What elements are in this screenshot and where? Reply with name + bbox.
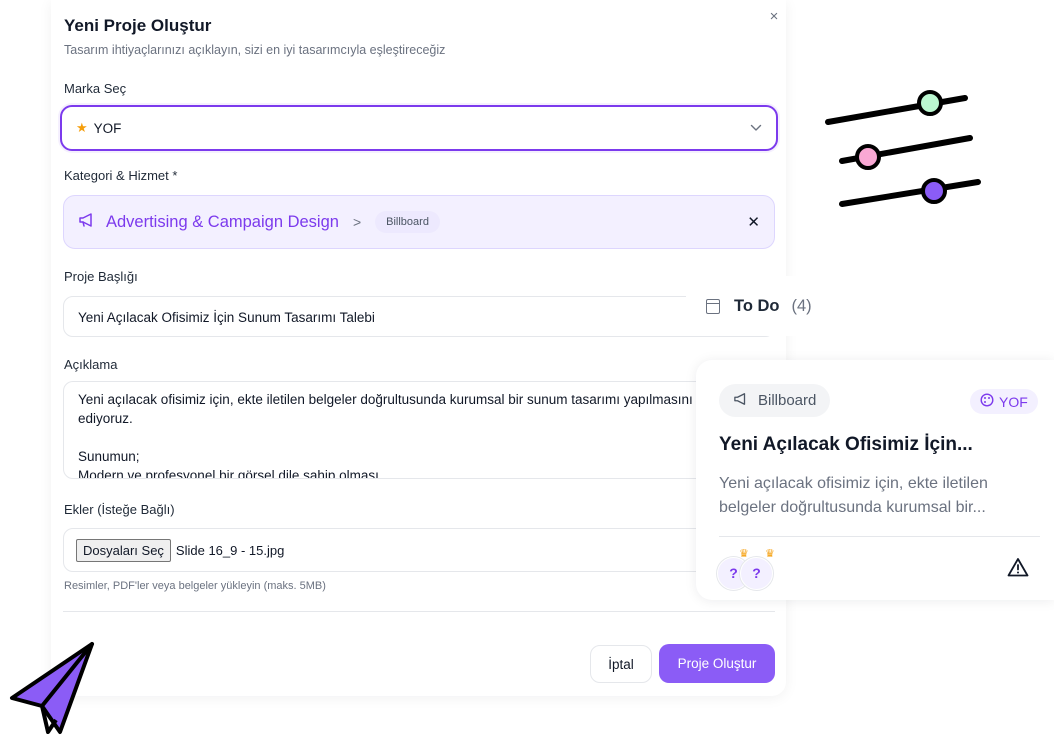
todo-column-header[interactable]: To Do (4) <box>686 276 1054 336</box>
chevron-down-icon <box>750 121 762 135</box>
category-label: Kategori & Hizmet * <box>64 168 178 183</box>
choose-files-button[interactable]: Dosyaları Seç <box>76 538 171 562</box>
create-project-modal: Yeni Proje Oluştur Tasarım ihtiyaçlarını… <box>51 0 786 696</box>
todo-count: (4) <box>791 296 812 315</box>
cancel-button[interactable]: İptal <box>590 645 652 683</box>
calendar-icon <box>706 298 720 314</box>
close-button[interactable]: × <box>765 8 783 26</box>
selected-file-name: Slide 16_9 - 15.jpg <box>175 542 285 558</box>
star-icon: ★ <box>76 120 88 135</box>
crown-icon: ♛ <box>765 548 775 560</box>
brand-select[interactable]: ★ YOF <box>60 105 778 151</box>
palette-icon <box>980 393 994 410</box>
avatar: ? <box>740 557 773 590</box>
create-project-button[interactable]: Proje Oluştur <box>659 644 775 683</box>
description-textarea[interactable]: Yeni açılacak ofisimiz için, ekte iletil… <box>63 381 775 479</box>
service-chip: Billboard <box>375 211 440 233</box>
task-brand-chip: YOF <box>970 389 1038 414</box>
project-title-label: Proje Başlığı <box>64 269 138 284</box>
paper-plane-illustration <box>10 642 94 734</box>
todo-title: To Do <box>734 296 780 315</box>
clear-category-button[interactable]: ✕ <box>747 213 760 231</box>
task-brand-label: YOF <box>999 393 1028 410</box>
description-label: Açıklama <box>64 357 118 372</box>
crown-icon: ♛ <box>739 548 749 560</box>
category-name: Advertising & Campaign Design <box>106 212 339 231</box>
task-description: Yeni açılacak ofisimiz için, ekte iletil… <box>719 475 988 516</box>
description-text: Yeni açılacak ofisimiz için, ekte iletil… <box>78 392 726 479</box>
upload-hint: Resimler, PDF'ler veya belgeler yükleyin… <box>64 580 326 592</box>
megaphone-icon <box>733 392 749 409</box>
attachments-label: Ekler (İsteğe Bağlı) <box>64 502 175 517</box>
brand-selected-value: YOF <box>93 120 122 136</box>
task-title: Yeni Açılacak Ofisimiz İçin... <box>719 434 973 455</box>
file-upload-field: Dosyaları Seç Slide 16_9 - 15.jpg <box>63 528 775 572</box>
task-card[interactable]: Billboard YOF Yeni Açılacak Ofisimiz İçi… <box>696 360 1054 600</box>
task-category-label: Billboard <box>758 392 817 409</box>
project-title-input[interactable]: Yeni Açılacak Ofisimiz İçin Sunum Tasarı… <box>63 296 775 337</box>
alert-triangle-icon <box>1007 558 1029 577</box>
chevron-right-icon: > <box>352 214 362 230</box>
assignee-avatars[interactable]: ? ? ♛ ♛ <box>717 547 797 591</box>
category-service-selector[interactable]: Advertising & Campaign Design > Billboar… <box>63 195 775 249</box>
brand-label: Marka Seç <box>64 81 127 96</box>
modal-subtitle: Tasarım ihtiyaçlarınızı açıklayın, sizi … <box>64 43 446 57</box>
modal-title: Yeni Proje Oluştur <box>64 16 212 35</box>
task-category-chip: Billboard <box>719 384 831 417</box>
sliders-illustration <box>825 90 981 207</box>
footer-divider <box>63 611 775 612</box>
megaphone-icon <box>78 212 96 233</box>
task-divider <box>719 536 1040 537</box>
